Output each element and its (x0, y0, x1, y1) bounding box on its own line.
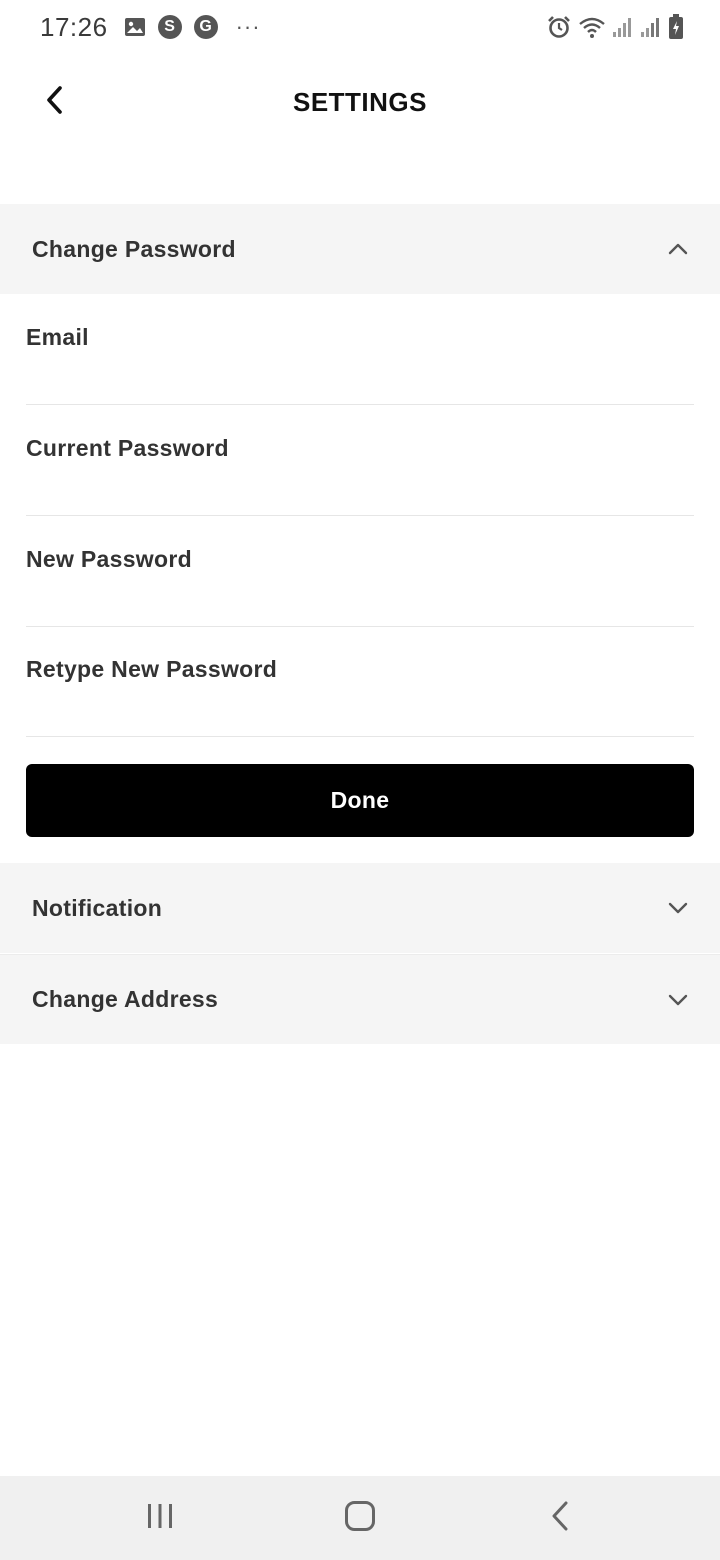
change-address-title: Change Address (32, 986, 219, 1012)
recent-apps-button[interactable] (120, 1488, 200, 1548)
settings-screen: 17:26 S G ··· SETTINGS Change Password E… (0, 0, 720, 1560)
home-icon (344, 1500, 376, 1537)
email-input[interactable] (26, 362, 694, 398)
top-app-bar: SETTINGS (0, 54, 720, 150)
more-dots-icon: ··· (235, 14, 261, 39)
done-button[interactable]: Done (26, 764, 694, 837)
new-password-field: New Password (26, 516, 694, 627)
current-password-input[interactable] (26, 473, 694, 509)
current-password-label: Current Password (26, 435, 229, 461)
retype-new-password-input[interactable] (26, 694, 694, 730)
page-title: SETTINGS (292, 86, 427, 117)
email-field: Email (26, 294, 694, 405)
status-time: 17:26 (40, 11, 108, 42)
notification-section-header[interactable]: Notification (0, 863, 720, 953)
chevron-up-icon (666, 237, 690, 261)
current-password-field: Current Password (26, 405, 694, 516)
battery-charging-icon (668, 14, 684, 40)
status-bar-right (546, 14, 684, 40)
alarm-icon (546, 14, 572, 40)
chevron-down-icon (666, 896, 690, 920)
home-button[interactable] (320, 1488, 400, 1548)
retype-new-password-field: Retype New Password (26, 626, 694, 737)
chevron-left-icon (44, 85, 64, 120)
gallery-icon (124, 17, 146, 37)
system-nav-bar (0, 1476, 720, 1560)
change-password-title: Change Password (32, 235, 236, 262)
wifi-icon (578, 15, 606, 39)
signal-icon (640, 16, 662, 38)
status-bar-left: 17:26 S G ··· (40, 12, 261, 43)
skype-icon: S (157, 15, 182, 39)
back-button[interactable] (30, 74, 78, 130)
chevron-down-icon (666, 988, 690, 1012)
new-password-label: New Password (26, 546, 192, 572)
retype-new-password-label: Retype New Password (26, 656, 278, 682)
back-icon (550, 1501, 570, 1536)
signal-icon (612, 16, 634, 38)
change-address-section-header[interactable]: Change Address (0, 954, 720, 1044)
email-label: Email (26, 324, 89, 350)
notification-title: Notification (32, 894, 163, 921)
recent-apps-icon (145, 1502, 175, 1535)
change-password-section-header[interactable]: Change Password (0, 204, 720, 294)
system-back-button[interactable] (520, 1488, 600, 1548)
new-password-input[interactable] (26, 584, 694, 620)
status-bar: 17:26 S G ··· (0, 0, 720, 54)
google-icon: G (193, 15, 218, 39)
